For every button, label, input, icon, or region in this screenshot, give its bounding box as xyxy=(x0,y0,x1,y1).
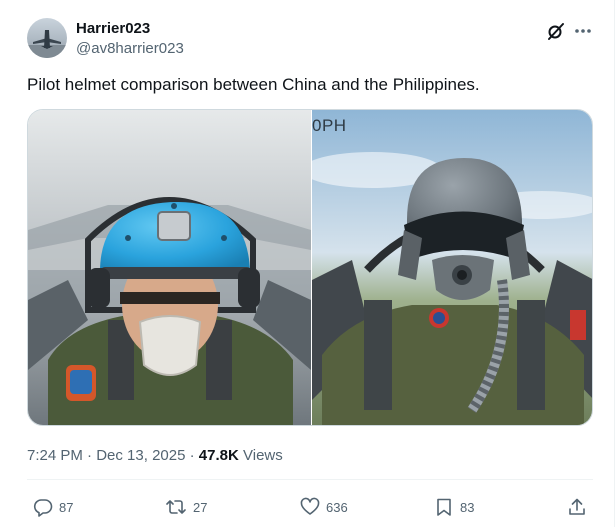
author-name[interactable]: Harrier023 xyxy=(76,20,150,37)
tweet-meta: 7:24 PM · Dec 13, 2025 · 47.8K Views xyxy=(27,447,283,464)
meta-separator: · xyxy=(189,447,195,464)
repost-count: 27 xyxy=(193,499,208,515)
views-count: 47.8K xyxy=(198,447,239,464)
grok-button[interactable] xyxy=(544,19,568,43)
divider xyxy=(27,479,593,480)
tweet-media[interactable]: 0PH xyxy=(27,109,593,426)
share-icon xyxy=(569,498,585,515)
tweet-date[interactable]: Dec 13, 2025 xyxy=(96,447,185,464)
views-label: Views xyxy=(243,447,283,464)
more-icon xyxy=(575,29,591,33)
meta-separator: · xyxy=(87,447,93,464)
repost-icon xyxy=(166,500,186,514)
media-photo-philippines-pilot[interactable] xyxy=(312,110,592,425)
bookmark-count: 83 xyxy=(460,499,475,515)
reply-button[interactable]: 87 xyxy=(33,496,73,518)
bookmark-icon xyxy=(437,498,451,516)
like-icon xyxy=(300,497,320,515)
media-overlay-caption: 0PH xyxy=(312,116,347,135)
repost-button[interactable]: 27 xyxy=(165,496,207,518)
reply-icon xyxy=(33,499,53,517)
like-button[interactable]: 636 xyxy=(300,496,348,518)
avatar[interactable] xyxy=(27,18,67,58)
share-button[interactable] xyxy=(567,496,587,518)
tweet-text: Pilot helmet comparison between China an… xyxy=(27,75,480,94)
tweet-time[interactable]: 7:24 PM xyxy=(27,447,83,464)
bookmark-button[interactable]: 83 xyxy=(434,496,474,518)
media-photo-china-pilot[interactable] xyxy=(28,110,311,425)
tweet-card: Harrier023 @av8harrier023 Pilot helmet c… xyxy=(0,0,615,527)
author-handle[interactable]: @av8harrier023 xyxy=(76,40,184,57)
reply-count: 87 xyxy=(59,499,74,515)
more-options-button[interactable] xyxy=(571,19,595,43)
like-count: 636 xyxy=(326,499,348,515)
grok-icon xyxy=(548,23,564,40)
